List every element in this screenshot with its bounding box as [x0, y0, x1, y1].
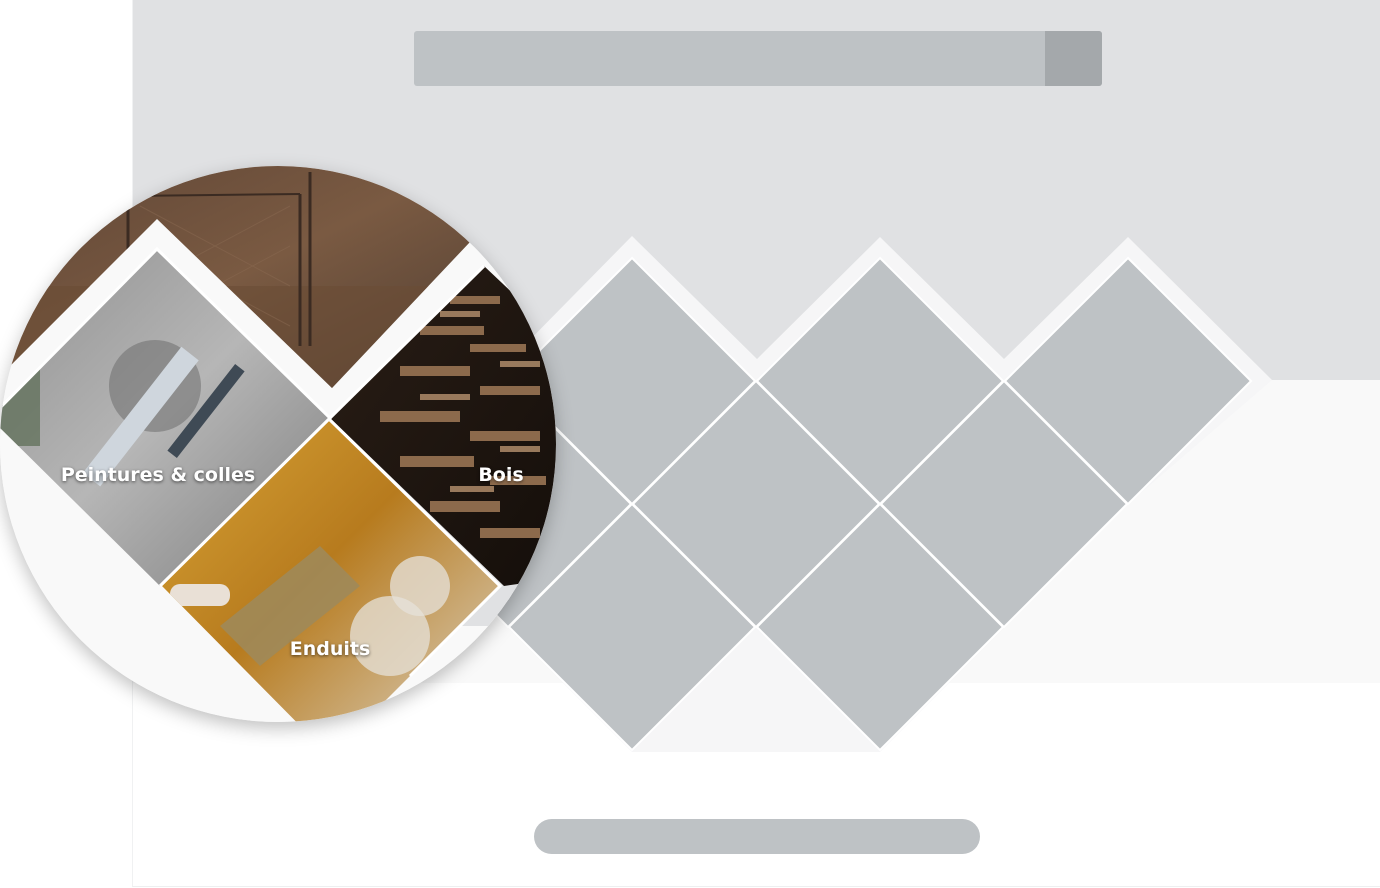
category-label-wood[interactable]: Bois [478, 464, 523, 486]
category-label-plaster[interactable]: Enduits [290, 638, 371, 660]
magnifier-circle: Peintures & colles Bois Enduits [0, 166, 556, 722]
category-label-paints[interactable]: Peintures & colles [61, 464, 255, 486]
